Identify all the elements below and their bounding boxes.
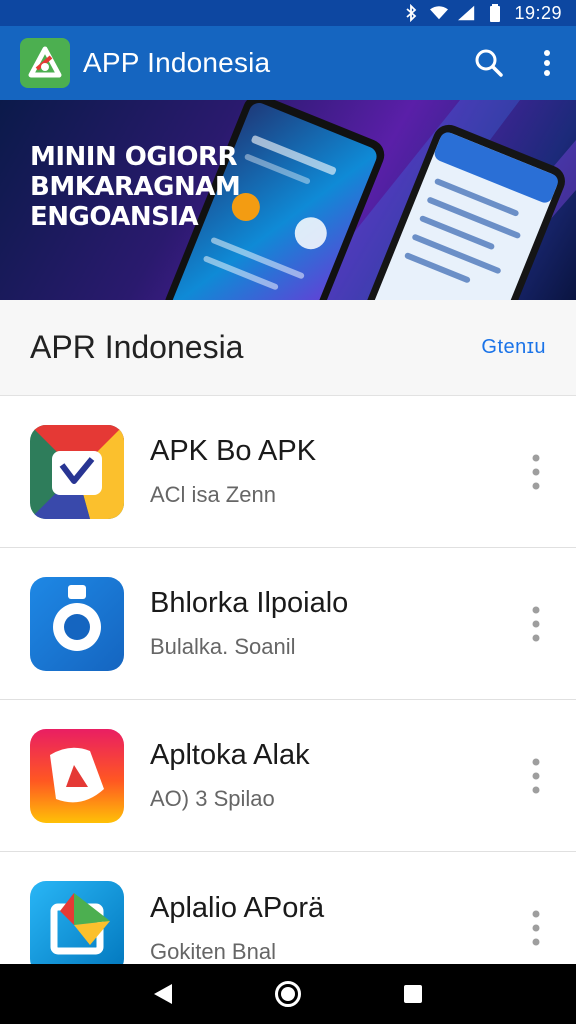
wifi-icon [430, 4, 449, 22]
bluetooth-icon [402, 4, 420, 22]
section-title: APR Indonesia [30, 329, 244, 365]
back-button[interactable] [133, 964, 193, 1024]
app-title: Apltoka Alak [150, 739, 310, 771]
status-time: 19:29 [514, 2, 562, 23]
home-icon [274, 981, 301, 1007]
app-title: Bhlorka Ilpoialo [150, 587, 349, 619]
search-icon [475, 49, 503, 77]
battery-icon [486, 4, 504, 22]
item-more-button[interactable] [524, 448, 548, 496]
app-title: APK Bo APK [150, 435, 317, 467]
more-vert-icon [532, 454, 540, 489]
item-more-button[interactable] [524, 904, 548, 952]
more-vert-icon [532, 606, 540, 641]
more-vert-icon [532, 758, 540, 793]
app-subtitle: Gokiten Bnal [150, 938, 276, 964]
app-list: APK Bo APK ACl isa Zenn Bhlorka Ilpoialo… [0, 396, 576, 1004]
promo-banner[interactable]: MININ OGIORR BMKARAGNAM ENGOANSIA [0, 100, 576, 300]
app-subtitle: Bulalka. Soanil [150, 634, 296, 659]
status-bar: 19:29 [0, 0, 576, 26]
app-subtitle: ACl isa Zenn [150, 482, 276, 507]
item-more-button[interactable] [524, 600, 548, 648]
app-logo-icon[interactable] [20, 38, 70, 88]
play-app-icon [30, 881, 124, 975]
banner-line-1: MININ OGIORR [30, 142, 238, 172]
more-vert-icon [544, 50, 550, 76]
banner-headline: MININ OGIORR BMKARAGNAM ENGOANSIA [30, 142, 241, 232]
app-subtitle: AO) 3 Spilao [150, 786, 275, 811]
ring-app-icon [30, 576, 124, 671]
home-button[interactable] [258, 964, 318, 1024]
section-header: APR Indonesia Gtenɪu [0, 300, 576, 396]
section-link[interactable]: Gtenɪu [481, 336, 546, 359]
list-item[interactable]: Bhlorka Ilpoialo Bulalka. Soanil [0, 548, 576, 700]
check-app-icon [30, 424, 124, 519]
signal-icon [458, 4, 476, 22]
banner-line-3: ENGOANSIA [30, 202, 199, 232]
back-icon [153, 984, 172, 1004]
item-more-button[interactable] [524, 752, 548, 800]
search-button[interactable] [460, 34, 518, 92]
list-item[interactable]: Apltoka Alak AO) 3 Spilao [0, 700, 576, 852]
recents-icon [404, 985, 423, 1003]
overflow-menu-button[interactable] [518, 34, 576, 92]
app-bar: APP Indonesia [0, 26, 576, 100]
list-item[interactable]: APK Bo APK ACl isa Zenn [0, 396, 576, 548]
triangle-app-icon [30, 728, 124, 823]
more-vert-icon [532, 910, 540, 946]
system-nav-bar [0, 964, 576, 1024]
recents-button[interactable] [383, 964, 443, 1024]
app-title: APP Indonesia [83, 47, 271, 78]
banner-line-2: BMKARAGNAM [30, 172, 241, 202]
app-title: Aplalio APorä [150, 891, 325, 924]
